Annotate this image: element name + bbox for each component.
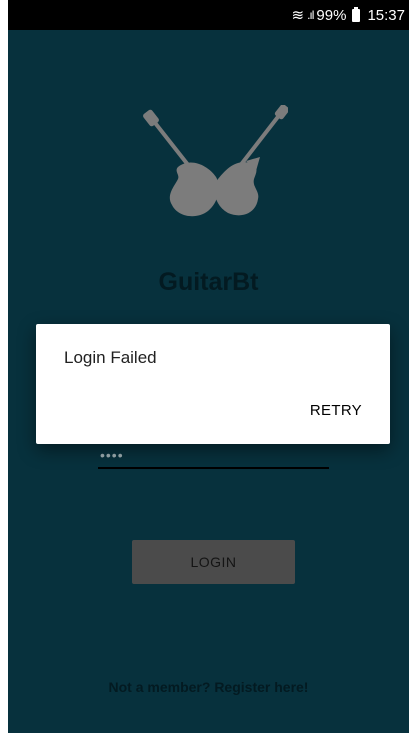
clock: 15:37 <box>367 6 405 24</box>
password-field[interactable]: •••• <box>100 447 124 463</box>
wifi-icon: ≋ <box>291 7 305 24</box>
register-link[interactable]: Not a member? Register here! <box>8 679 409 695</box>
status-bar: ≋ .ıl 99% 15:37 <box>8 0 409 30</box>
signal-icon: .ıl <box>307 8 314 22</box>
app-screen: ≋ .ıl 99% 15:37 GuitarBt •••• LOGIN Not … <box>8 0 409 733</box>
battery-icon <box>352 6 361 22</box>
dialog-message: Login Failed <box>64 348 157 367</box>
retry-button[interactable]: RETRY <box>310 402 362 419</box>
battery-percent: 99% <box>316 6 347 24</box>
app-title: GuitarBt <box>158 268 259 296</box>
crossed-guitars-logo-icon <box>143 105 288 217</box>
password-underline <box>98 467 329 469</box>
login-button[interactable]: LOGIN <box>132 540 295 584</box>
login-failed-dialog: Login Failed RETRY <box>36 324 390 444</box>
